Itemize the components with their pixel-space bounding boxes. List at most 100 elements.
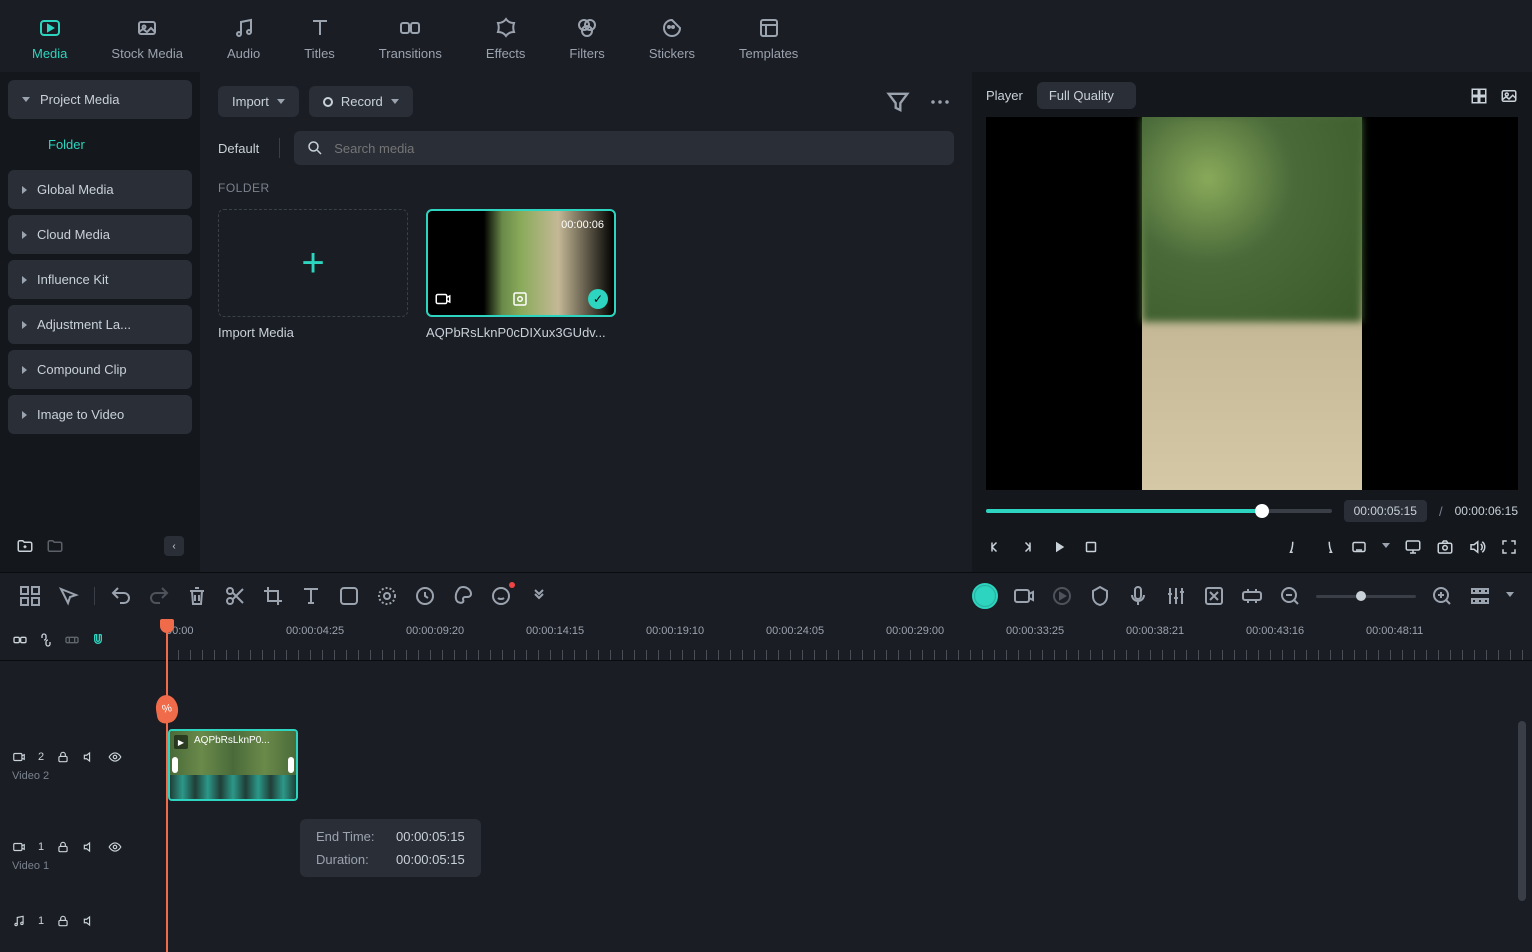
color-button[interactable]	[451, 584, 475, 608]
media-clip-card[interactable]: 00:00:06 ✓ AQPbRsLknP0cDIXux3GUdv...	[426, 209, 616, 340]
tab-audio[interactable]: Audio	[219, 12, 268, 72]
import-media-card[interactable]: + Import Media	[218, 209, 408, 340]
collapse-sidebar-button[interactable]: ‹	[164, 536, 184, 556]
timeline-scrollbar[interactable]	[1518, 721, 1526, 901]
tab-filters[interactable]: Filters	[561, 12, 612, 72]
quality-select[interactable]: Full Quality	[1037, 82, 1136, 109]
chain-icon[interactable]	[38, 632, 54, 648]
mask-button[interactable]	[337, 584, 361, 608]
lock-icon[interactable]	[56, 750, 70, 764]
sidebar-item-global-media[interactable]: Global Media	[8, 170, 192, 209]
timeline-ruler[interactable]: 00:0000:00:04:2500:00:09:2000:00:14:1500…	[166, 619, 1532, 660]
clip-handle-right[interactable]	[288, 757, 294, 773]
track-options-button[interactable]	[1468, 584, 1492, 608]
track-audio-1: 1	[0, 901, 1532, 941]
speed-button[interactable]	[413, 584, 437, 608]
layout-grid-icon[interactable]	[1470, 87, 1488, 105]
group-icon[interactable]	[64, 632, 80, 648]
lock-icon[interactable]	[56, 914, 70, 928]
voiceover-button[interactable]	[1126, 584, 1150, 608]
tab-templates[interactable]: Templates	[731, 12, 806, 72]
fit-button[interactable]	[1240, 584, 1264, 608]
filters-icon	[575, 16, 599, 40]
tab-effects[interactable]: Effects	[478, 12, 534, 72]
scrubber-handle[interactable]	[1255, 504, 1269, 518]
tab-stock-media[interactable]: Stock Media	[103, 12, 191, 72]
chevron-down-icon[interactable]	[1506, 592, 1514, 600]
magnet-icon[interactable]	[90, 632, 106, 648]
sidebar-item-cloud-media[interactable]: Cloud Media	[8, 215, 192, 254]
plus-icon: +	[301, 241, 324, 286]
pointer-tool[interactable]	[56, 584, 80, 608]
ai-avatar-icon[interactable]	[972, 583, 998, 609]
visibility-icon[interactable]	[108, 840, 122, 854]
snapshot-button[interactable]	[1436, 538, 1454, 556]
import-button[interactable]: Import	[218, 86, 299, 117]
player-title: Player	[986, 88, 1023, 103]
stop-button[interactable]	[1082, 538, 1100, 556]
volume-button[interactable]	[1468, 538, 1486, 556]
select-tool[interactable]	[18, 584, 42, 608]
mute-icon[interactable]	[82, 914, 96, 928]
text-button[interactable]	[299, 584, 323, 608]
lock-icon[interactable]	[56, 840, 70, 854]
track-video-2: 2 Video 2 ▶ AQPbRsLknP0...	[0, 721, 1532, 811]
folder-icon[interactable]	[46, 537, 64, 555]
zoom-slider[interactable]	[1316, 595, 1416, 598]
render-button[interactable]	[1202, 584, 1226, 608]
clip-handle-left[interactable]	[172, 757, 178, 773]
ai-video-button[interactable]	[1012, 584, 1036, 608]
audio-mixer-button[interactable]	[1164, 584, 1188, 608]
motion-button[interactable]	[375, 584, 399, 608]
next-frame-button[interactable]	[1018, 538, 1036, 556]
sidebar-item-compound-clip[interactable]: Compound Clip	[8, 350, 192, 389]
sort-button[interactable]: Default	[218, 141, 265, 156]
play-button[interactable]	[1050, 538, 1068, 556]
more-options-button[interactable]	[926, 88, 954, 116]
picture-icon[interactable]	[1500, 87, 1518, 105]
chevron-down-icon	[277, 99, 285, 104]
sidebar-item-folder[interactable]: Folder	[8, 125, 192, 164]
display-button[interactable]	[1404, 538, 1422, 556]
crop-button[interactable]	[261, 584, 285, 608]
record-button[interactable]: Record	[309, 86, 413, 117]
delete-button[interactable]	[185, 584, 209, 608]
mark-in-button[interactable]	[1286, 538, 1304, 556]
tab-transitions[interactable]: Transitions	[371, 12, 450, 72]
scrubber-track[interactable]	[986, 509, 1332, 513]
divider	[279, 138, 280, 158]
sidebar-item-image-to-video[interactable]: Image to Video	[8, 395, 192, 434]
sidebar-item-influence-kit[interactable]: Influence Kit	[8, 260, 192, 299]
player-viewport[interactable]	[986, 117, 1518, 490]
mark-out-button[interactable]	[1318, 538, 1336, 556]
chevron-down-icon[interactable]	[1382, 543, 1390, 551]
mute-icon[interactable]	[82, 750, 96, 764]
sidebar-item-adjustment-layer[interactable]: Adjustment La...	[8, 305, 192, 344]
fullscreen-button[interactable]	[1500, 538, 1518, 556]
prev-frame-button[interactable]	[986, 538, 1004, 556]
new-folder-icon[interactable]	[16, 537, 34, 555]
more-tools-button[interactable]	[527, 584, 551, 608]
timeline-clip[interactable]: ▶ AQPbRsLknP0...	[168, 729, 298, 801]
search-input[interactable]	[334, 141, 942, 156]
tab-stickers[interactable]: Stickers	[641, 12, 703, 72]
aspect-ratio-button[interactable]	[1350, 538, 1368, 556]
mute-icon[interactable]	[82, 840, 96, 854]
zoom-out-button[interactable]	[1278, 584, 1302, 608]
undo-button[interactable]	[109, 584, 133, 608]
check-icon: ✓	[588, 289, 608, 309]
ai-button[interactable]	[489, 584, 513, 608]
cut-button[interactable]	[223, 584, 247, 608]
visibility-icon[interactable]	[108, 750, 122, 764]
marker-button[interactable]	[1088, 584, 1112, 608]
stickers-icon	[660, 16, 684, 40]
filter-button[interactable]	[884, 88, 912, 116]
playhead[interactable]: %	[166, 619, 168, 952]
tab-titles[interactable]: Titles	[296, 12, 343, 72]
transitions-icon	[398, 16, 422, 40]
tab-media[interactable]: Media	[24, 12, 75, 72]
zoom-in-button[interactable]	[1430, 584, 1454, 608]
zoom-handle[interactable]	[1356, 591, 1366, 601]
link-icon[interactable]	[12, 632, 28, 648]
sidebar-item-project-media[interactable]: Project Media	[8, 80, 192, 119]
